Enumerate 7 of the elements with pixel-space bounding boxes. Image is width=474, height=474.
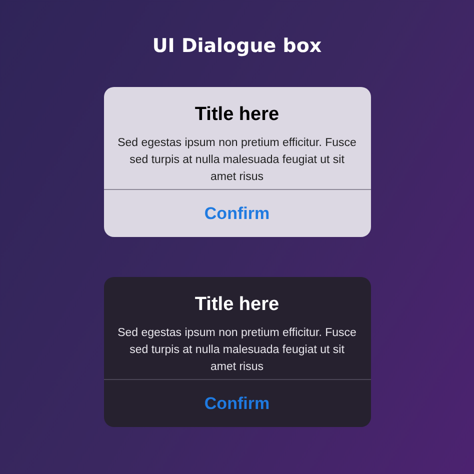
confirm-button[interactable]: Confirm xyxy=(196,390,278,416)
dialog-message: Sed egestas ipsum non pretium efficitur. Fusce sed turpis at nulla malesuada feugiat ut sit amet risus xyxy=(116,326,358,375)
dialog-title: Title here xyxy=(194,293,280,317)
confirm-button[interactable]: Confirm xyxy=(196,200,278,226)
dialog-message: Sed egestas ipsum non pretium efficitur. Fusce sed turpis at nulla malesuada feugiat ut sit amet risus xyxy=(116,136,358,185)
page-heading: UI Dialogue box xyxy=(152,34,322,59)
dialog-title: Title here xyxy=(194,103,280,127)
